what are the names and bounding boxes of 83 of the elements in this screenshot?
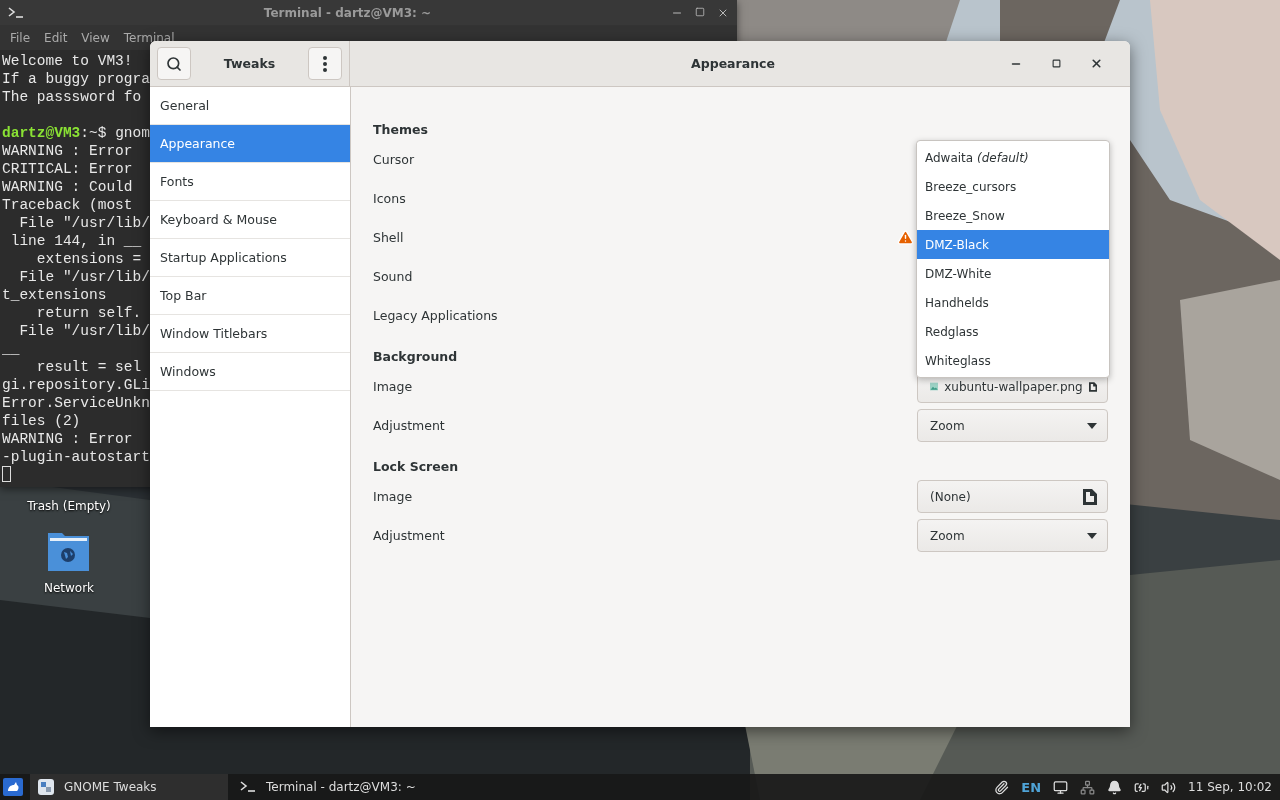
bell-icon[interactable] bbox=[1107, 779, 1123, 795]
app-icon bbox=[38, 779, 54, 795]
terminal-icon bbox=[240, 781, 256, 793]
terminal-icon bbox=[8, 6, 24, 19]
menu-option[interactable]: Redglass bbox=[917, 317, 1109, 346]
terminal-line: result = sel bbox=[35, 358, 142, 376]
volume-icon[interactable] bbox=[1161, 779, 1177, 795]
image-icon bbox=[930, 380, 939, 393]
terminal-line: The passsword fo bbox=[2, 88, 142, 106]
terminal-line: gi.repository.GLi bbox=[2, 376, 150, 394]
page-title: Appearance bbox=[690, 56, 776, 71]
setting-label: Shell bbox=[373, 230, 405, 245]
icon-label[interactable]: Trash (Empty) bbox=[27, 499, 111, 513]
monitor-icon[interactable] bbox=[1053, 779, 1069, 795]
menu-button[interactable] bbox=[308, 47, 342, 80]
menu-option[interactable]: DMZ-White bbox=[917, 259, 1109, 288]
file-chooser-button[interactable]: (None) bbox=[917, 480, 1108, 513]
setting-label: Cursor bbox=[373, 152, 416, 167]
menu-option[interactable]: Breeze_Snow bbox=[917, 201, 1109, 230]
dropdown[interactable]: Zoom bbox=[917, 409, 1108, 442]
terminal-line: File "/usr/lib/ bbox=[18, 268, 150, 286]
paperclip-icon[interactable] bbox=[994, 779, 1010, 795]
setting-label: Legacy Applications bbox=[373, 308, 499, 323]
keyboard-layout[interactable]: EN bbox=[1021, 779, 1042, 795]
setting-label: Image bbox=[373, 489, 414, 504]
warning-icon bbox=[897, 229, 914, 246]
network-folder-icon[interactable] bbox=[48, 531, 90, 571]
dropdown-arrow-icon bbox=[1087, 422, 1097, 429]
taskbar-item[interactable]: GNOME Tweaks bbox=[30, 774, 228, 800]
terminal-line: extensions = bbox=[35, 250, 142, 268]
terminal-line: return self. bbox=[35, 304, 142, 322]
setting-label: Adjustment bbox=[373, 528, 446, 543]
menu-option[interactable]: Handhelds bbox=[917, 288, 1109, 317]
document-icon bbox=[1083, 488, 1097, 505]
terminal-line: line 144, in __ bbox=[9, 232, 142, 250]
menu-option[interactable]: DMZ-Black bbox=[917, 230, 1109, 259]
terminal-cursor bbox=[2, 466, 11, 482]
task-label: GNOME Tweaks bbox=[64, 780, 157, 794]
terminal-line: File "/usr/lib/ bbox=[18, 322, 150, 340]
icon-label[interactable]: Network bbox=[43, 581, 95, 595]
setting-label: Adjustment bbox=[373, 418, 446, 433]
terminal-line: WARNING : Error bbox=[2, 142, 133, 160]
terminal-line: CRITICAL: Error bbox=[2, 160, 133, 178]
terminal-line: t_extensions bbox=[2, 286, 107, 304]
terminal-line: Welcome to VM3! bbox=[2, 52, 133, 70]
taskbar-item[interactable]: Terminal - dartz@VM3: ~ bbox=[232, 774, 430, 800]
terminal-prompt: dartz@VM3 bbox=[2, 124, 81, 142]
setting-label: Icons bbox=[373, 191, 407, 206]
dropdown[interactable]: Zoom bbox=[917, 519, 1108, 552]
clock[interactable]: 11 Sep, 10:02 bbox=[1188, 780, 1272, 794]
network-icon[interactable] bbox=[1080, 779, 1096, 795]
menu-item[interactable]: View bbox=[81, 30, 110, 45]
menu-item[interactable]: Edit bbox=[44, 30, 68, 45]
search-icon bbox=[166, 55, 182, 72]
menu-option[interactable]: Whiteglass bbox=[917, 346, 1109, 375]
menu-option[interactable]: Adwaita (default) bbox=[917, 143, 1109, 172]
terminal-line: Error.ServiceUnkn bbox=[2, 394, 150, 412]
terminal-line: __ bbox=[2, 340, 20, 358]
menu-icon bbox=[323, 55, 327, 72]
section-title: Background bbox=[373, 348, 458, 366]
menu-option[interactable]: Breeze_cursors bbox=[917, 172, 1109, 201]
search-button[interactable] bbox=[157, 47, 191, 80]
terminal-line: WARNING : Could bbox=[2, 178, 133, 196]
section-title: Themes bbox=[373, 121, 428, 139]
maximize-icon[interactable] bbox=[695, 6, 705, 17]
terminal-line: :~$ gnom bbox=[80, 124, 150, 142]
terminal-line: -plugin-autostart bbox=[2, 448, 150, 466]
app-title: Tweaks bbox=[223, 56, 276, 71]
setting-label: Sound bbox=[373, 269, 414, 284]
close-icon bbox=[1089, 57, 1103, 70]
task-label: Terminal - dartz@VM3: ~ bbox=[266, 780, 416, 794]
terminal-line: files (2) bbox=[2, 412, 81, 430]
sidebar-item[interactable]: Appearance bbox=[150, 125, 350, 163]
maximize-icon bbox=[1051, 59, 1061, 68]
dropdown-arrow-icon bbox=[1087, 532, 1097, 539]
section-title: Lock Screen bbox=[373, 458, 459, 476]
terminal-line: Traceback (most bbox=[2, 196, 133, 214]
window-title: Terminal - dartz@VM3: ~ bbox=[262, 5, 433, 20]
setting-label: Image bbox=[373, 379, 414, 394]
menu-item[interactable]: File bbox=[10, 30, 31, 45]
terminal-line: If a buggy progra bbox=[2, 70, 150, 88]
terminal-line: File "/usr/lib/ bbox=[18, 214, 150, 232]
terminal-line: WARNING : Error bbox=[2, 430, 133, 448]
